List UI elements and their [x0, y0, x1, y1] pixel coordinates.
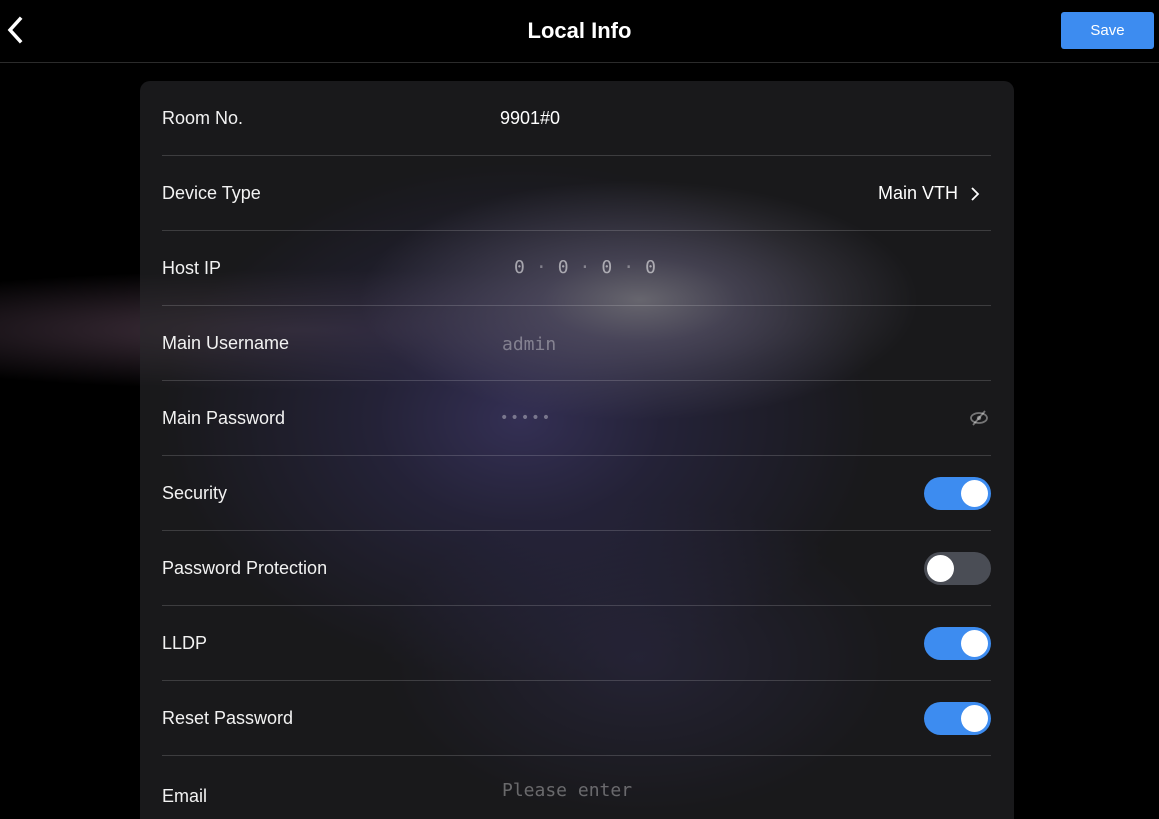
reset-password-toggle[interactable]	[924, 702, 991, 735]
save-button[interactable]: Save	[1061, 12, 1154, 49]
password-protection-toggle[interactable]	[924, 552, 991, 585]
chevron-left-icon	[7, 16, 23, 44]
toggle-knob	[927, 555, 954, 582]
device-type-label: Device Type	[162, 183, 261, 203]
room-no-label: Room No.	[162, 108, 244, 128]
ip-octet-2[interactable]: 0	[558, 257, 570, 278]
password-protection-row: Password Protection	[162, 531, 991, 606]
main-username-row: Main Username	[162, 306, 991, 381]
chevron-right-icon	[971, 187, 980, 201]
device-type-row[interactable]: Device Type Main VTH	[162, 156, 991, 231]
security-toggle[interactable]	[924, 477, 991, 510]
host-ip-row: Host IP 0 · 0 · 0 · 0	[162, 231, 991, 306]
lldp-row: LLDP	[162, 606, 991, 681]
settings-panel: Room No. 9901#0 Device Type Main VTH Hos…	[140, 81, 1014, 819]
ip-octet-4[interactable]: 0	[645, 257, 657, 278]
room-no-value: 9901#0	[500, 108, 561, 128]
main-password-input[interactable]: •••••	[500, 381, 552, 455]
page-title: Local Info	[527, 18, 632, 43]
ip-octet-1[interactable]: 0	[514, 257, 526, 278]
reset-password-label: Reset Password	[162, 708, 294, 728]
toggle-knob	[961, 480, 988, 507]
security-label: Security	[162, 483, 228, 503]
host-ip-input[interactable]: 0 · 0 · 0 · 0	[514, 231, 657, 305]
email-row: Email	[162, 756, 991, 819]
toggle-knob	[961, 705, 988, 732]
device-type-value: Main VTH	[877, 183, 958, 203]
email-input[interactable]	[500, 760, 924, 819]
top-bar: Local Info Save	[0, 0, 1159, 63]
password-protection-label: Password Protection	[162, 558, 328, 578]
email-label: Email	[162, 786, 208, 806]
back-button[interactable]	[4, 14, 28, 46]
eye-hidden-icon[interactable]	[968, 407, 990, 429]
security-row: Security	[162, 456, 991, 531]
reset-password-row: Reset Password	[162, 681, 991, 756]
main-password-label: Main Password	[162, 408, 286, 428]
main-password-row: Main Password •••••	[162, 381, 991, 456]
ip-separator: ·	[623, 257, 636, 278]
ip-octet-3[interactable]: 0	[601, 257, 613, 278]
room-no-row: Room No. 9901#0	[162, 81, 991, 156]
device-type-selector[interactable]: Main VTH	[878, 156, 981, 230]
toggle-knob	[961, 630, 988, 657]
host-ip-label: Host IP	[162, 258, 222, 278]
lldp-label: LLDP	[162, 633, 208, 653]
local-info-screen: Local Info Save Room No. 9901#0 Device T…	[0, 0, 1159, 819]
ip-separator: ·	[579, 257, 592, 278]
main-username-label: Main Username	[162, 333, 290, 353]
lldp-toggle[interactable]	[924, 627, 991, 660]
main-username-input[interactable]	[500, 314, 884, 374]
ip-separator: ·	[535, 257, 548, 278]
